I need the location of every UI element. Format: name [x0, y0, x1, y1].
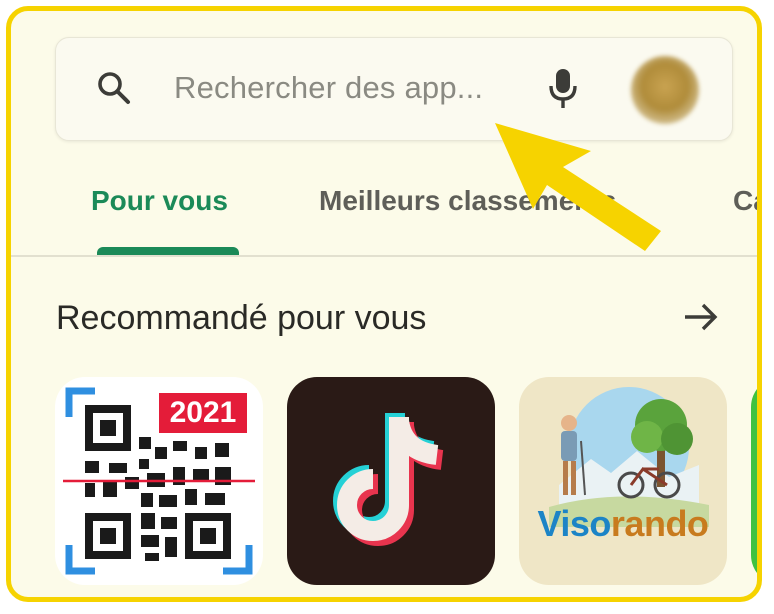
search-icon[interactable]: [94, 68, 134, 108]
tiktok-icon: [333, 413, 444, 546]
arrow-right-icon[interactable]: [679, 297, 723, 337]
mic-icon[interactable]: [546, 66, 580, 112]
tab-selected-indicator: [97, 247, 239, 255]
app-tile-qr-scanner[interactable]: 2021: [55, 377, 263, 585]
section-title: Recommandé pour vous: [56, 299, 427, 337]
search-input[interactable]: Rechercher des app...: [174, 68, 483, 108]
screenshot-frame: Rechercher des app... Pour vous Meilleur…: [6, 6, 762, 602]
tab-pour-vous[interactable]: Pour vous: [91, 181, 228, 221]
annotation-arrow-icon: [495, 123, 661, 251]
app-tile-tiktok[interactable]: [287, 377, 495, 585]
app-tile-partial[interactable]: [751, 377, 757, 585]
tab-categories[interactable]: Cat: [733, 181, 757, 221]
visorando-wordmark: Visorando: [537, 503, 709, 544]
year-badge: 2021: [159, 393, 247, 433]
app-tile-visorando[interactable]: Visorando: [519, 377, 727, 585]
visorando-icon: [549, 387, 709, 527]
